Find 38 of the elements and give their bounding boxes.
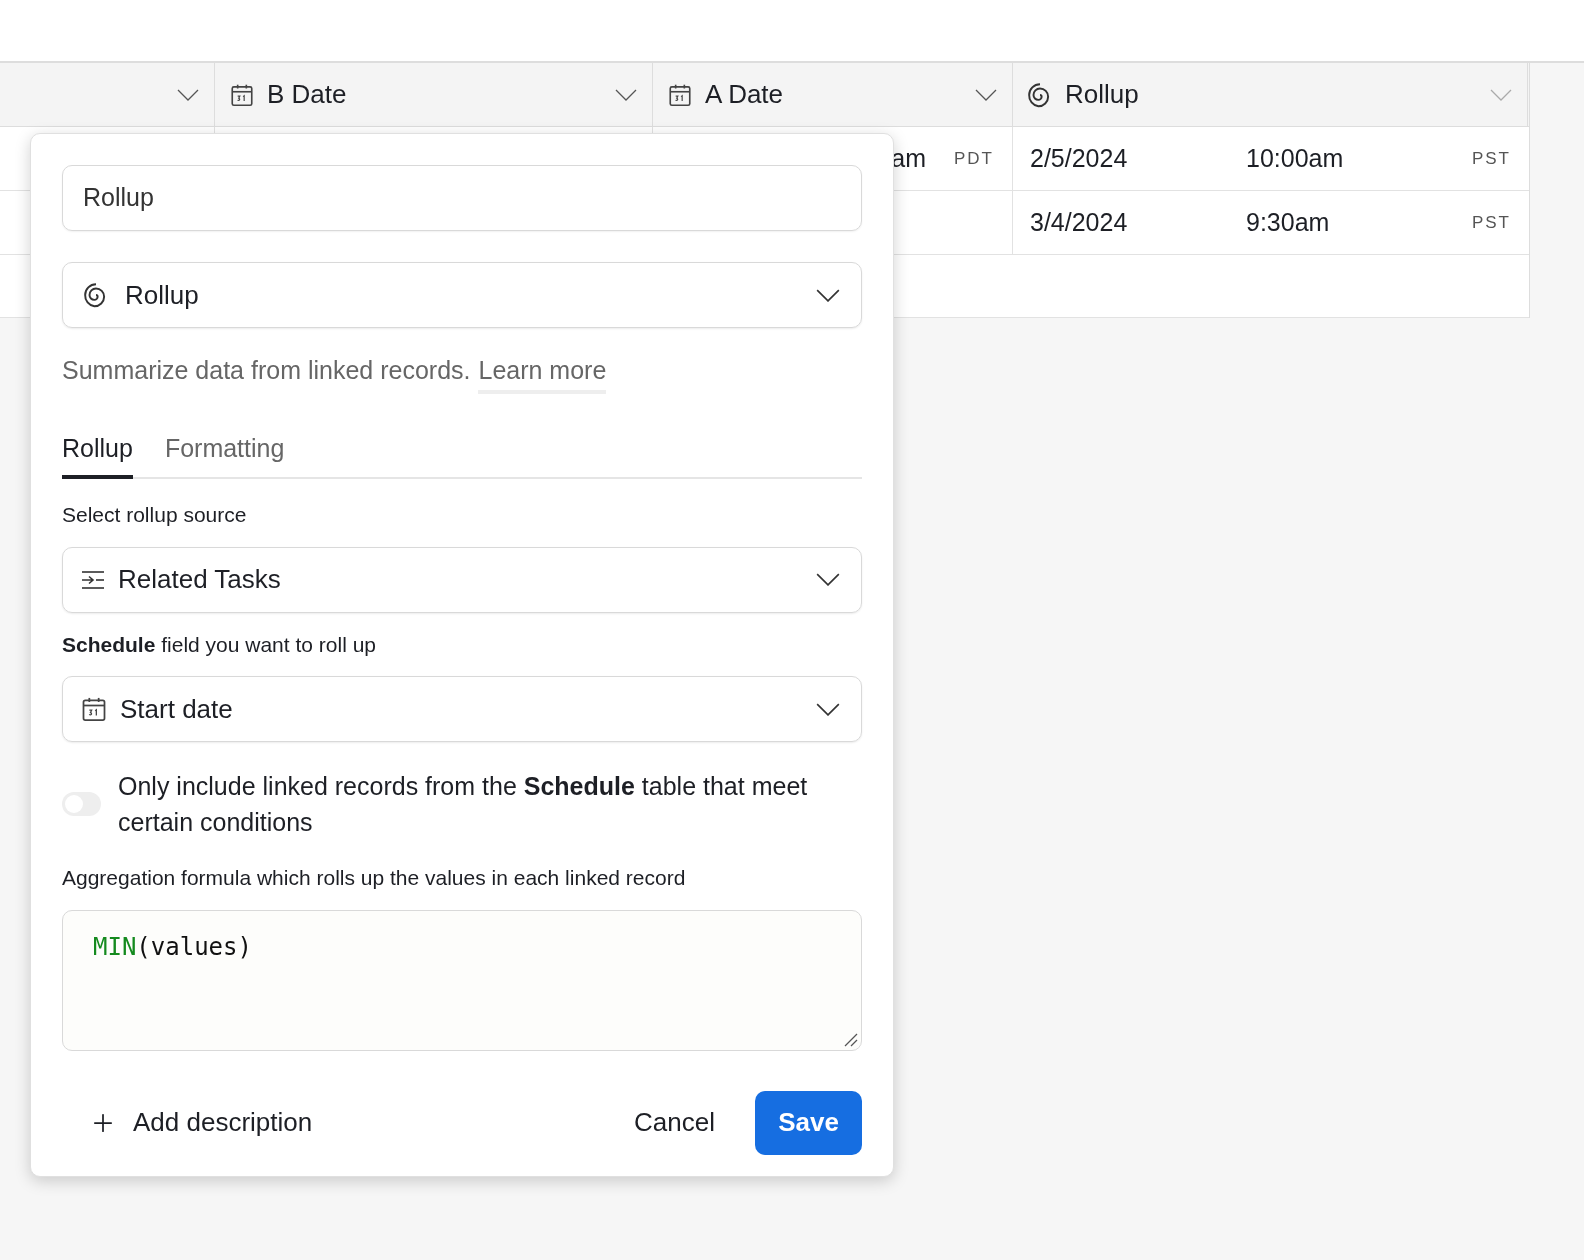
rollup-source-select[interactable]: Related Tasks (62, 546, 862, 613)
tab[interactable]: Formatting (164, 429, 285, 479)
learn-more-link[interactable]: Learn more (478, 352, 607, 394)
cancel-button[interactable]: Cancel (618, 1090, 731, 1155)
chevron-icon (815, 702, 841, 716)
timezone-cell-text: PDT (954, 147, 994, 170)
field-type-select[interactable]: Rollup (62, 262, 862, 328)
formula-token: (values) (136, 932, 252, 961)
calendar-icon (80, 695, 108, 723)
formula-label: Aggregation formula which rolls up the values in each linked record (62, 865, 687, 891)
field-label: Schedule field you want to roll up (62, 631, 377, 658)
date-cell-text: 3/4/2024 (1030, 206, 1129, 238)
chevron-icon (815, 573, 841, 586)
source-label: Select rollup source (62, 502, 248, 528)
linked-list-icon (80, 568, 106, 591)
chevron-icon (614, 88, 638, 101)
save-button[interactable]: Save (755, 1090, 862, 1155)
chevron-icon (176, 88, 200, 101)
timezone-cell-text: PST (1471, 211, 1511, 234)
add-description-button[interactable]: Add description (62, 1103, 313, 1142)
timezone-cell-text: PST (1471, 147, 1511, 170)
formula-token: MIN (93, 932, 137, 961)
time-cell-text: 9:30am (1246, 206, 1331, 238)
field-name-input[interactable]: Rollup (62, 165, 862, 231)
formula-editor[interactable]: MIN(values) (62, 909, 862, 1051)
rollup-field-select[interactable]: Start date (62, 676, 862, 742)
description-text: Summarize data from linked records. (62, 355, 471, 386)
filter-label: Only include linked records from the Schedule table that meet certain conditions (118, 771, 808, 838)
column-header[interactable]: B Date (215, 63, 653, 126)
column-header[interactable]: Rollup (1013, 63, 1528, 126)
tab[interactable]: Rollup (62, 429, 133, 479)
time-cell-text: 10:00am (1246, 142, 1345, 174)
chevron-icon (974, 88, 998, 101)
column-header[interactable]: A Date (653, 63, 1013, 126)
chevron-icon (1489, 88, 1513, 101)
resize-handle-icon[interactable] (844, 1032, 858, 1047)
date-cell-text: 2/5/2024 (1030, 142, 1129, 174)
chevron-icon (815, 288, 841, 302)
